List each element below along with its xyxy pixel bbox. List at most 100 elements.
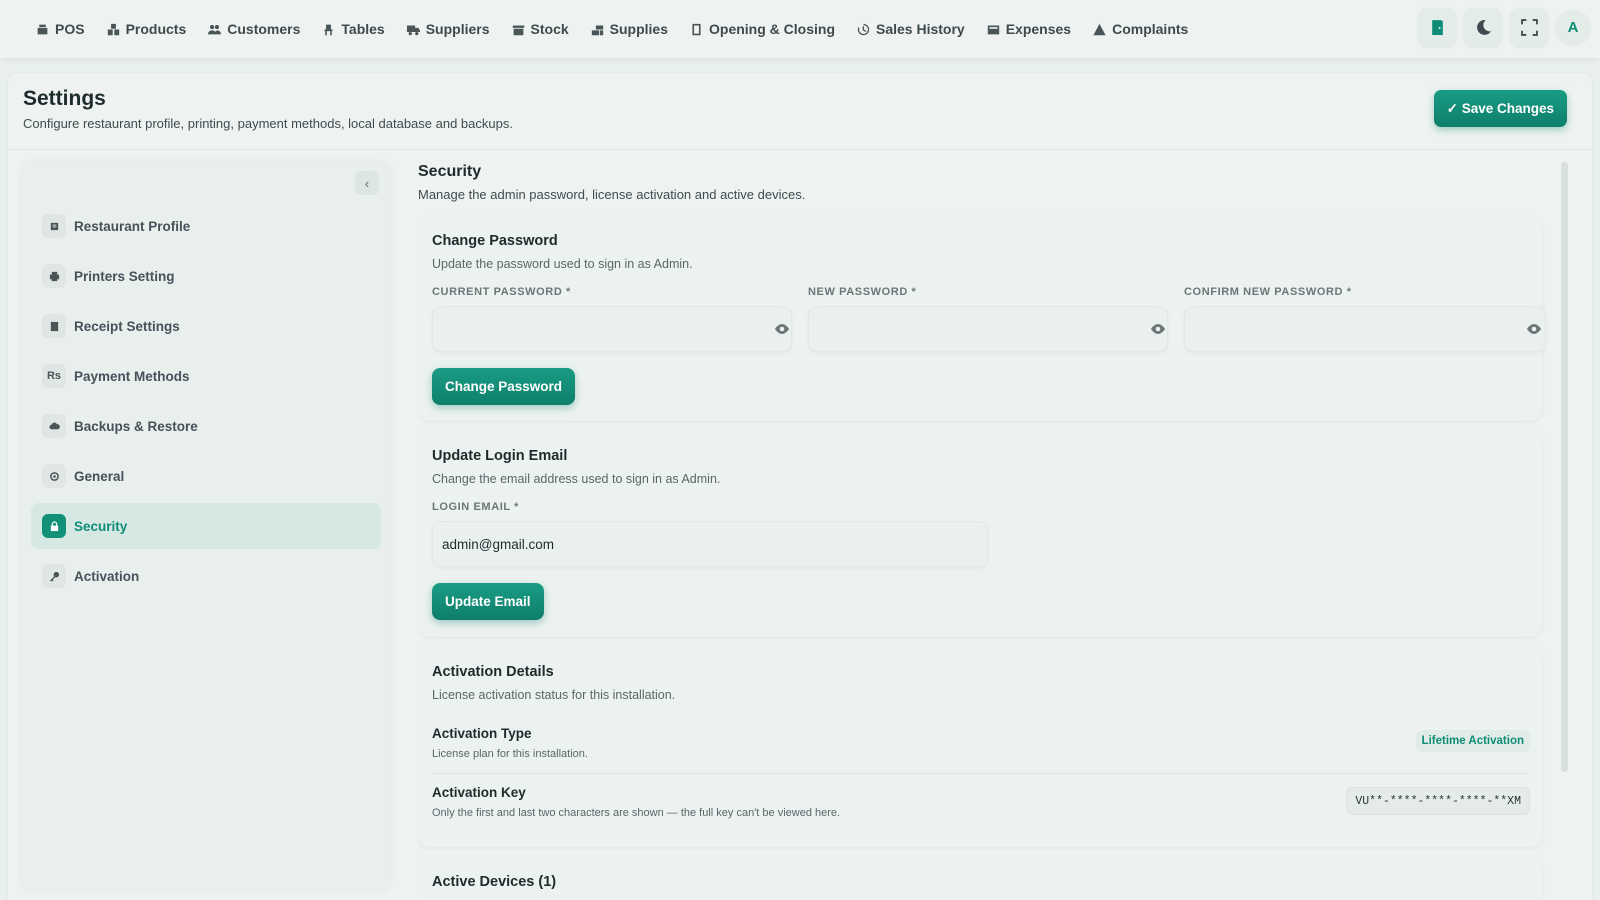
active-devices-card: Active Devices (1) xyxy=(418,857,1542,900)
exit-button[interactable] xyxy=(1418,8,1456,46)
confirm-password-label: CONFIRM NEW PASSWORD * xyxy=(1184,286,1352,298)
stock-icon xyxy=(512,24,524,35)
nav-items: POS Products Customers Tables Suppliers … xyxy=(0,0,1210,58)
nav-item-suppliers[interactable]: Suppliers xyxy=(406,21,490,37)
sidebar-item-label: Activation xyxy=(74,568,140,584)
new-password-label: NEW PASSWORD * xyxy=(808,286,917,298)
row-divider xyxy=(432,773,1528,774)
login-email-label: LOGIN EMAIL * xyxy=(432,501,520,513)
card-subtitle: Update the password used to sign in as A… xyxy=(432,257,693,271)
top-navigation: POS Products Customers Tables Suppliers … xyxy=(0,0,1600,58)
nav-item-expenses[interactable]: Expenses xyxy=(987,21,1071,37)
login-email-input[interactable] xyxy=(432,521,988,567)
card-title: Update Login Email xyxy=(432,448,568,464)
tables-icon xyxy=(324,24,333,35)
nav-label: Customers xyxy=(227,21,301,37)
theme-toggle-button[interactable] xyxy=(1464,8,1502,46)
nav-label: Stock xyxy=(530,21,569,37)
nav-item-opening-closing[interactable]: Opening & Closing xyxy=(690,21,835,37)
sidebar-item-label: Printers Setting xyxy=(74,268,175,284)
sidebar-item-printers-setting[interactable]: Printers Setting xyxy=(31,253,381,299)
sidebar-item-general[interactable]: General xyxy=(31,453,381,499)
eye-icon[interactable] xyxy=(1526,321,1542,337)
current-password-label: CURRENT PASSWORD * xyxy=(432,286,571,298)
supplies-icon xyxy=(591,24,603,35)
opening-closing-icon xyxy=(692,23,701,35)
door-icon xyxy=(1431,19,1443,35)
change-password-button[interactable]: Change Password xyxy=(432,368,576,405)
nav-item-supplies[interactable]: Supplies xyxy=(591,21,668,37)
nav-actions: A xyxy=(1418,8,1590,46)
suppliers-icon xyxy=(406,24,420,35)
moon-icon xyxy=(1476,19,1491,35)
lock-icon xyxy=(42,514,66,538)
change-password-card: Change Password Update the password used… xyxy=(418,217,1546,421)
complaints-icon xyxy=(1093,23,1106,35)
save-changes-button[interactable]: ✓ Save Changes xyxy=(1433,90,1567,127)
confirm-password-input[interactable] xyxy=(1184,306,1546,352)
security-content: Security Manage the admin password, lice… xyxy=(418,161,1550,900)
card-title: Active Devices (1) xyxy=(432,874,557,890)
receipt-icon xyxy=(42,314,66,338)
sidebar-item-label: Security xyxy=(74,518,128,534)
sidebar-item-restaurant-profile[interactable]: Restaurant Profile xyxy=(31,203,381,249)
activation-details-card: Activation Details License activation st… xyxy=(418,647,1542,847)
avatar[interactable]: A xyxy=(1556,10,1590,44)
update-email-card: Update Login Email Change the email addr… xyxy=(418,431,1542,637)
history-icon xyxy=(857,23,870,35)
sidebar-item-label: Payment Methods xyxy=(74,368,190,384)
printer-icon xyxy=(42,264,66,288)
customers-icon xyxy=(208,24,222,34)
fullscreen-button[interactable] xyxy=(1510,8,1548,46)
activation-key-title: Activation Key xyxy=(432,785,526,800)
sidebar-item-label: Restaurant Profile xyxy=(74,218,191,234)
products-icon xyxy=(107,23,119,35)
sidebar-item-label: General xyxy=(74,468,125,484)
eye-icon[interactable] xyxy=(1150,321,1166,337)
nav-label: Supplies xyxy=(609,21,668,37)
nav-item-sales-history[interactable]: Sales History xyxy=(857,21,965,37)
activation-type-title: Activation Type xyxy=(432,726,532,741)
activation-type-subtitle: License plan for this installation. xyxy=(432,748,588,760)
activation-key-subtitle: Only the first and last two characters a… xyxy=(432,807,841,819)
settings-sidebar: ‹ Restaurant Profile Printers Setting Re… xyxy=(21,161,391,891)
collapse-sidebar-button[interactable]: ‹ xyxy=(355,171,379,195)
nav-label: Opening & Closing xyxy=(709,21,835,37)
sidebar-item-backups-restore[interactable]: Backups & Restore xyxy=(31,403,381,449)
new-password-input[interactable] xyxy=(808,306,1168,352)
current-password-input[interactable] xyxy=(432,306,792,352)
nav-item-complaints[interactable]: Complaints xyxy=(1093,21,1188,37)
page-title: Settings xyxy=(23,87,106,110)
card-title: Activation Details xyxy=(432,664,554,680)
sidebar-item-payment-methods[interactable]: Rs Payment Methods xyxy=(31,353,381,399)
status-badge: Lifetime Activation xyxy=(1415,730,1530,752)
rupee-icon: Rs xyxy=(42,364,66,388)
avatar-initial: A xyxy=(1567,18,1579,36)
key-icon xyxy=(42,564,66,588)
activation-key-value: VU**-****-****-****-**XM xyxy=(1346,787,1530,815)
card-subtitle: Change the email address used to sign in… xyxy=(432,472,721,486)
content-scrollbar[interactable] xyxy=(1561,162,1568,772)
sidebar-item-receipt-settings[interactable]: Receipt Settings xyxy=(31,303,381,349)
restaurant-icon xyxy=(42,214,66,238)
section-subtitle: Manage the admin password, license activ… xyxy=(418,187,806,202)
sidebar-item-activation[interactable]: Activation xyxy=(31,553,381,599)
expenses-icon xyxy=(987,24,999,34)
nav-label: Expenses xyxy=(1005,21,1072,37)
gear-icon xyxy=(42,464,66,488)
nav-item-stock[interactable]: Stock xyxy=(512,21,569,37)
sidebar-item-security[interactable]: Security xyxy=(31,503,381,549)
card-title: Change Password xyxy=(432,233,558,249)
cloud-icon xyxy=(42,414,66,438)
update-email-button[interactable]: Update Email xyxy=(432,583,544,620)
sidebar-item-label: Receipt Settings xyxy=(74,318,180,334)
eye-icon[interactable] xyxy=(774,321,790,337)
nav-item-tables[interactable]: Tables xyxy=(322,21,385,37)
nav-label: Complaints xyxy=(1112,21,1189,37)
header-divider xyxy=(8,149,1592,150)
nav-item-pos[interactable]: POS xyxy=(36,21,85,37)
nav-item-customers[interactable]: Customers xyxy=(208,21,300,37)
nav-item-products[interactable]: Products xyxy=(107,21,186,37)
chevron-left-icon: ‹ xyxy=(364,175,370,191)
nav-label: Suppliers xyxy=(425,21,490,37)
